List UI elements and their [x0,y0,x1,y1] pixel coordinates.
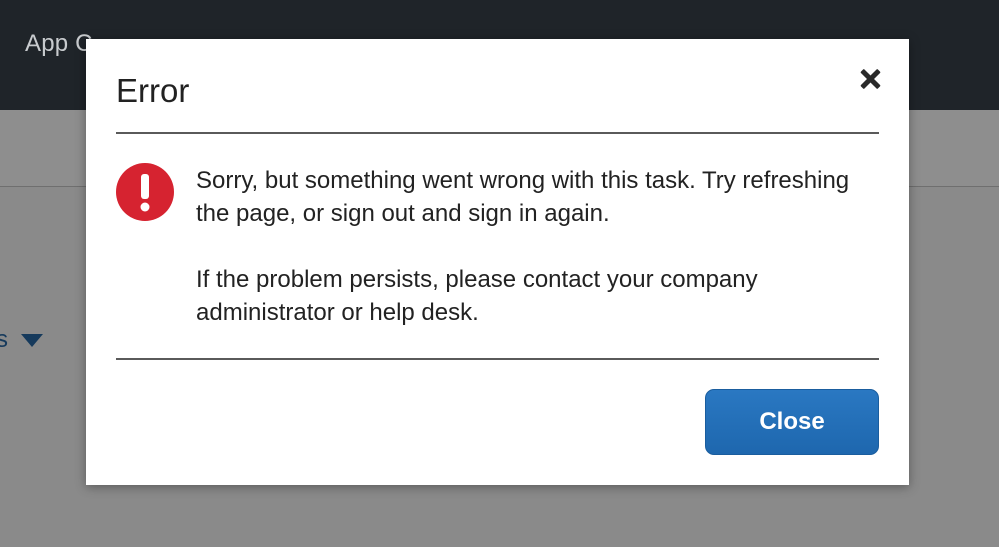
message-secondary: If the problem persists, please contact … [196,266,758,326]
page: App C s Error Sorry, but something went … [0,0,999,547]
app-title: App C [25,30,93,57]
footer-divider [116,358,879,360]
close-button[interactable]: Close [705,389,879,455]
app-dropdown: s [0,326,43,354]
error-dialog: Error Sorry, but something went wrong wi… [86,39,909,485]
error-exclamation-icon [116,163,174,221]
header-divider [116,132,879,134]
caret-down-icon [21,333,43,347]
app-dropdown-label: s [0,326,8,353]
dialog-title: Error [116,72,190,109]
dialog-message: Sorry, but something went wrong with thi… [196,164,876,329]
close-icon[interactable] [857,66,883,92]
message-primary: Sorry, but something went wrong with thi… [196,167,850,227]
